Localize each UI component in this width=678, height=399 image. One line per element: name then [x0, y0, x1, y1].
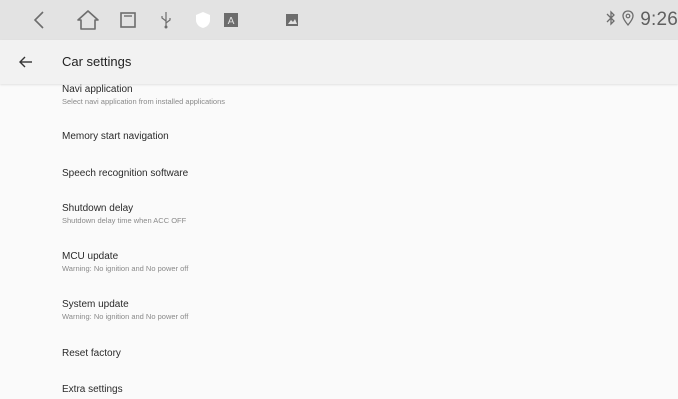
location-icon	[622, 9, 634, 31]
arrow-left-icon[interactable]	[16, 52, 36, 72]
status-right: 9:26	[606, 0, 678, 40]
shield-icon	[194, 0, 212, 40]
status-bar: A 9:26	[0, 0, 678, 40]
setting-reset-factory[interactable]: Reset factory	[62, 348, 121, 359]
app-bar: Car settings	[0, 40, 678, 84]
setting-title: MCU update	[62, 251, 119, 262]
setting-title: Extra settings	[62, 384, 123, 395]
home-icon[interactable]	[74, 0, 102, 40]
image-icon	[284, 0, 300, 40]
keyboard-icon: A	[222, 0, 240, 40]
setting-subtitle: Warning: No ignition and No power off	[62, 312, 189, 321]
setting-shutdown-delay[interactable]: Shutdown delay Shutdown delay time when …	[62, 203, 186, 225]
page-title: Car settings	[62, 54, 132, 69]
bluetooth-icon	[606, 9, 616, 31]
recents-icon[interactable]	[118, 0, 140, 40]
setting-speech-recognition[interactable]: Speech recognition software	[62, 168, 188, 179]
setting-subtitle: Warning: No ignition and No power off	[62, 264, 189, 273]
settings-list: Navi application Select navi application…	[0, 84, 678, 399]
setting-title: Navi application	[62, 84, 133, 95]
setting-extra-settings[interactable]: Extra settings	[62, 384, 123, 395]
status-time: 9:26	[640, 9, 678, 30]
setting-system-update[interactable]: System update Warning: No ignition and N…	[62, 299, 188, 321]
setting-mcu-update[interactable]: MCU update Warning: No ignition and No p…	[62, 251, 188, 273]
setting-subtitle: Select navi application from installed a…	[62, 97, 226, 106]
setting-title: Reset factory	[62, 348, 121, 359]
setting-title: Speech recognition software	[62, 168, 189, 179]
car-settings-screen: A 9:26 Car settings Navi application Sel…	[0, 0, 678, 399]
setting-subtitle: Shutdown delay time when ACC OFF	[62, 216, 187, 225]
setting-navi-application[interactable]: Navi application Select navi application…	[62, 84, 225, 106]
setting-title: Shutdown delay	[62, 203, 134, 214]
setting-title: Memory start navigation	[62, 131, 169, 142]
usb-icon	[158, 0, 174, 40]
setting-title: System update	[62, 299, 129, 310]
back-nav-icon[interactable]	[26, 0, 52, 40]
svg-text:A: A	[228, 16, 235, 27]
setting-memory-start-navigation[interactable]: Memory start navigation	[62, 131, 169, 142]
